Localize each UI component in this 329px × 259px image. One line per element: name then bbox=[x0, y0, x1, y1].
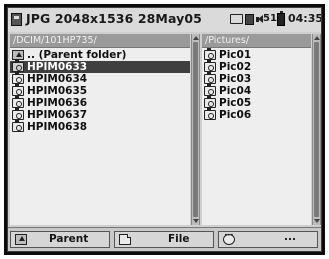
file-button-label: File bbox=[168, 233, 190, 245]
list-item[interactable]: Pic06 bbox=[202, 108, 311, 121]
softkey-bar: Parent File ... bbox=[8, 227, 321, 251]
parent-folder-icon bbox=[12, 50, 24, 60]
photo-icon bbox=[12, 72, 24, 84]
file-browser-window: JPG 2048x1536 28May05 51 04:35 /DCIM/101… bbox=[7, 7, 322, 252]
scroll-thumb[interactable] bbox=[193, 42, 198, 217]
document-icon bbox=[119, 234, 131, 245]
list-item-label: Pic06 bbox=[219, 109, 252, 121]
list-item[interactable]: Pic05 bbox=[202, 96, 311, 109]
list-item-label: Pic05 bbox=[219, 97, 252, 109]
parent-folder-row[interactable]: .. (Parent folder) bbox=[10, 49, 190, 61]
list-item[interactable]: Pic03 bbox=[202, 72, 311, 85]
list-item-label: .. (Parent folder) bbox=[27, 49, 127, 61]
list-item[interactable]: Pic01 bbox=[202, 48, 311, 61]
scroll-thumb[interactable] bbox=[314, 42, 319, 217]
photo-icon bbox=[204, 60, 216, 72]
photo-icon bbox=[204, 72, 216, 84]
scroll-down-arrow-icon[interactable] bbox=[314, 219, 320, 223]
list-item-label: Pic03 bbox=[219, 73, 252, 85]
parent-button-label: Parent bbox=[49, 233, 89, 245]
photo-icon bbox=[12, 84, 24, 96]
left-file-pane[interactable]: /DCIM/101HP735/ .. (Parent folder) HPIM0… bbox=[10, 34, 190, 225]
list-item-label: HPIM0634 bbox=[27, 73, 88, 85]
list-item-label: HPIM0637 bbox=[27, 109, 88, 121]
right-pane-path: /Pictures/ bbox=[202, 34, 311, 48]
more-options-label: ... bbox=[284, 231, 296, 243]
parent-button[interactable]: Parent bbox=[10, 231, 110, 248]
photo-icon bbox=[12, 60, 24, 72]
hard-drive-icon bbox=[245, 14, 254, 25]
file-icon bbox=[11, 13, 22, 26]
clock: 04:35 bbox=[288, 12, 322, 25]
photo-icon bbox=[204, 84, 216, 96]
list-item[interactable]: Pic04 bbox=[202, 84, 311, 97]
left-file-list: .. (Parent folder) HPIM0633 HPIM0634 HPI… bbox=[10, 48, 190, 133]
device-screen: JPG 2048x1536 28May05 51 04:35 /DCIM/101… bbox=[4, 4, 325, 255]
photo-icon bbox=[204, 48, 216, 60]
file-button[interactable]: File bbox=[114, 231, 214, 248]
list-item-label: HPIM0633 bbox=[27, 61, 88, 73]
list-item[interactable]: HPIM0635 bbox=[10, 84, 190, 97]
photo-icon bbox=[204, 108, 216, 120]
scroll-up-arrow-icon[interactable] bbox=[193, 36, 199, 40]
list-item-selected[interactable]: HPIM0633 bbox=[10, 60, 190, 73]
folder-icon bbox=[230, 14, 243, 24]
list-item[interactable]: HPIM0637 bbox=[10, 108, 190, 121]
list-item-label: HPIM0635 bbox=[27, 85, 88, 97]
battery-icon bbox=[277, 11, 285, 26]
list-item-label: HPIM0638 bbox=[27, 121, 88, 133]
parent-folder-icon bbox=[15, 234, 27, 245]
photo-icon bbox=[12, 120, 24, 132]
list-item-label: Pic04 bbox=[219, 85, 252, 97]
list-item-label: HPIM0636 bbox=[27, 97, 88, 109]
right-scrollbar[interactable] bbox=[312, 34, 321, 225]
photo-icon bbox=[12, 108, 24, 120]
photo-icon bbox=[12, 96, 24, 108]
status-bar: JPG 2048x1536 28May05 51 04:35 bbox=[8, 8, 321, 32]
speaker-icon bbox=[256, 15, 263, 24]
left-scrollbar[interactable] bbox=[191, 34, 200, 225]
volume-level: 51 bbox=[263, 13, 277, 24]
list-item[interactable]: HPIM0638 bbox=[10, 120, 190, 133]
photo-icon bbox=[204, 96, 216, 108]
list-item-label: Pic01 bbox=[219, 49, 252, 61]
scroll-up-arrow-icon[interactable] bbox=[314, 36, 320, 40]
more-options-icon bbox=[223, 232, 235, 245]
file-info-title: JPG 2048x1536 28May05 bbox=[26, 11, 202, 26]
scroll-down-arrow-icon[interactable] bbox=[193, 219, 199, 223]
right-file-list: Pic01 Pic02 Pic03 Pic04 Pic05 Pic06 bbox=[202, 48, 311, 121]
list-item[interactable]: Pic02 bbox=[202, 60, 311, 73]
list-item[interactable]: HPIM0634 bbox=[10, 72, 190, 85]
list-item-label: Pic02 bbox=[219, 61, 252, 73]
list-item[interactable]: HPIM0636 bbox=[10, 96, 190, 109]
left-pane-path: /DCIM/101HP735/ bbox=[10, 34, 190, 48]
more-options-button[interactable]: ... bbox=[218, 231, 318, 248]
right-file-pane[interactable]: /Pictures/ Pic01 Pic02 Pic03 Pic04 Pic05… bbox=[202, 34, 311, 225]
